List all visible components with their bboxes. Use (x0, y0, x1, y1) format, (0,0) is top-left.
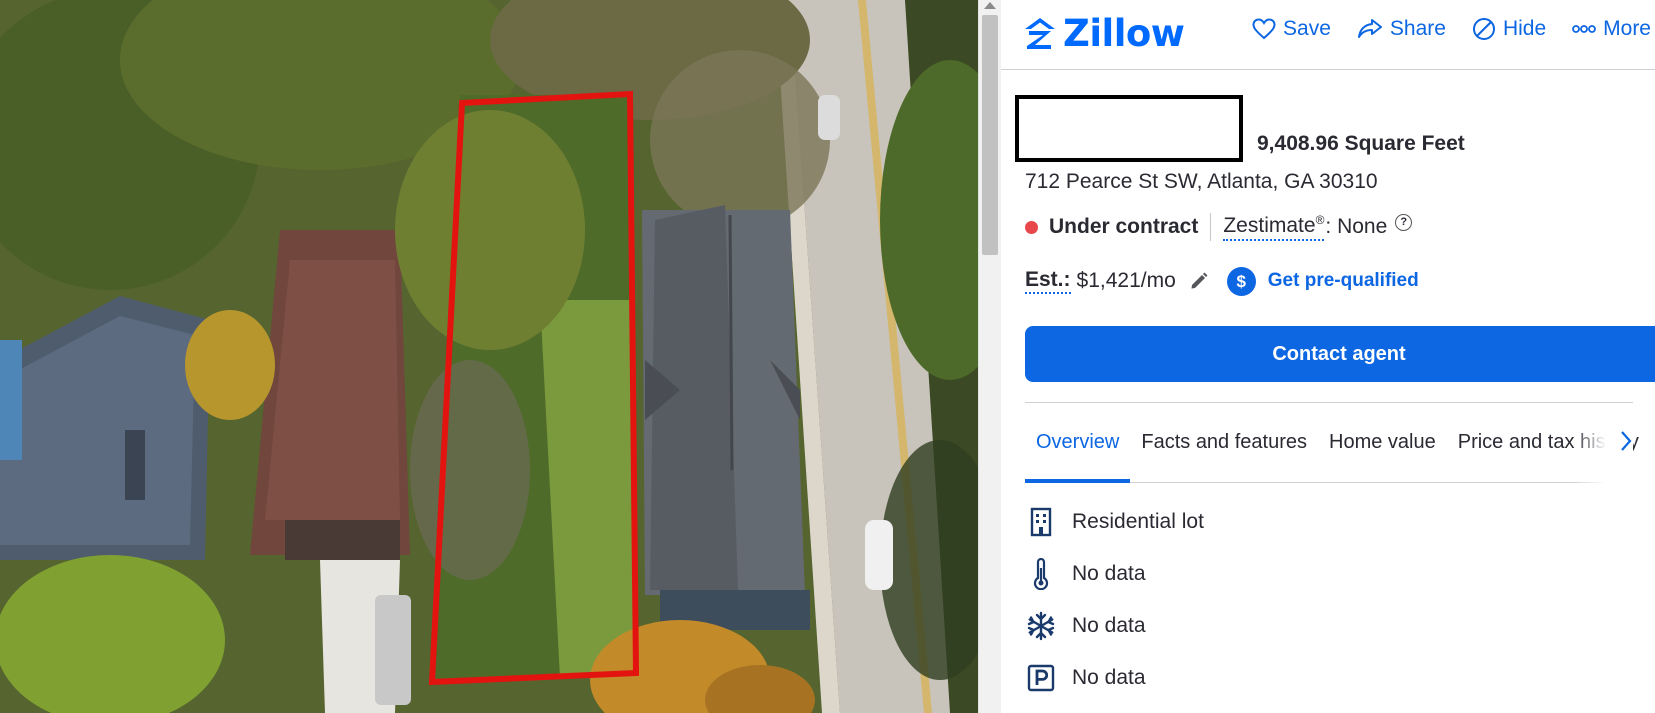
hide-label: Hide (1502, 17, 1547, 40)
scroll-up-arrow-icon[interactable] (984, 2, 996, 9)
fact-row-cooling: No data (1025, 606, 1146, 646)
status-divider (1210, 213, 1212, 241)
estimate-label[interactable]: Est.: (1025, 268, 1071, 294)
fact-row-heating: No data (1025, 554, 1146, 594)
tab-list: Overview Facts and features Home value P… (1025, 403, 1650, 483)
contact-agent-button[interactable]: Contact agent (1025, 326, 1655, 382)
scrollbar-thumb[interactable] (982, 15, 998, 255)
aerial-photo-image (0, 0, 978, 713)
fact-label: No data (1072, 614, 1146, 637)
more-label: More (1603, 17, 1651, 40)
fact-label: No data (1072, 666, 1146, 689)
share-icon (1357, 19, 1382, 38)
zillow-logo-icon (1025, 18, 1055, 49)
pencil-icon[interactable] (1189, 271, 1209, 291)
scrollbar[interactable] (978, 0, 1001, 713)
hide-button[interactable]: Hide (1472, 17, 1546, 41)
fact-row-type: Residential lot (1025, 502, 1204, 542)
zestimate-registered-mark: ® (1315, 213, 1325, 227)
listing-details-panel: Zillow Save Share Hide More 9,408.96 Squ… (1001, 0, 1655, 713)
estimate-row: Est.: $1,421/mo $ Get pre-qualified (1025, 265, 1419, 297)
price-area-row: 9,408.96 Square Feet (1015, 95, 1465, 162)
share-label: Share (1389, 17, 1446, 40)
heart-icon (1252, 18, 1276, 40)
logo-text: Zillow (1063, 11, 1185, 55)
tab-home-value[interactable]: Home value (1318, 403, 1447, 483)
help-icon[interactable]: ? (1395, 213, 1413, 231)
redacted-price-box (1015, 95, 1243, 162)
save-button[interactable]: Save (1252, 17, 1331, 41)
fact-label: Residential lot (1072, 510, 1204, 533)
header-actions: Save Share Hide More (1252, 13, 1651, 45)
share-button[interactable]: Share (1357, 17, 1446, 41)
hide-icon (1472, 18, 1495, 40)
estimate-value: $1,421/mo (1076, 269, 1176, 292)
more-icon (1572, 25, 1597, 33)
fact-label: No data (1072, 562, 1146, 585)
zestimate-link[interactable]: Zestimate® (1223, 213, 1325, 241)
get-prequalified-link[interactable]: Get pre-qualified (1268, 270, 1419, 292)
top-bar: Zillow Save Share Hide More (1001, 0, 1655, 70)
status-text: Under contract (1049, 215, 1199, 238)
zillow-logo[interactable]: Zillow (1023, 8, 1185, 58)
save-label: Save (1283, 17, 1331, 40)
section-tabs: Overview Facts and features Home value P… (1025, 402, 1639, 483)
dollar-icon: $ (1226, 266, 1256, 296)
property-address: 712 Pearce St SW, Atlanta, GA 30310 (1025, 170, 1378, 193)
fact-row-parking: No data (1025, 658, 1146, 698)
building-icon (1030, 507, 1052, 537)
status-dot-icon (1025, 220, 1038, 234)
listing-photo[interactable] (0, 0, 978, 713)
zestimate-value: : None (1325, 215, 1388, 238)
chevron-right-icon[interactable] (1619, 429, 1633, 453)
parking-icon (1027, 664, 1055, 692)
lot-area: 9,408.96 Square Feet (1257, 132, 1465, 155)
tab-facts-and-features[interactable]: Facts and features (1130, 403, 1318, 483)
more-button[interactable]: More (1572, 17, 1651, 41)
snowflake-icon (1027, 611, 1055, 641)
status-row: Under contract Zestimate® : None ? (1025, 212, 1413, 242)
thermometer-icon (1033, 558, 1049, 590)
zestimate-label: Zestimate (1223, 214, 1316, 237)
tab-overview[interactable]: Overview (1025, 403, 1131, 483)
